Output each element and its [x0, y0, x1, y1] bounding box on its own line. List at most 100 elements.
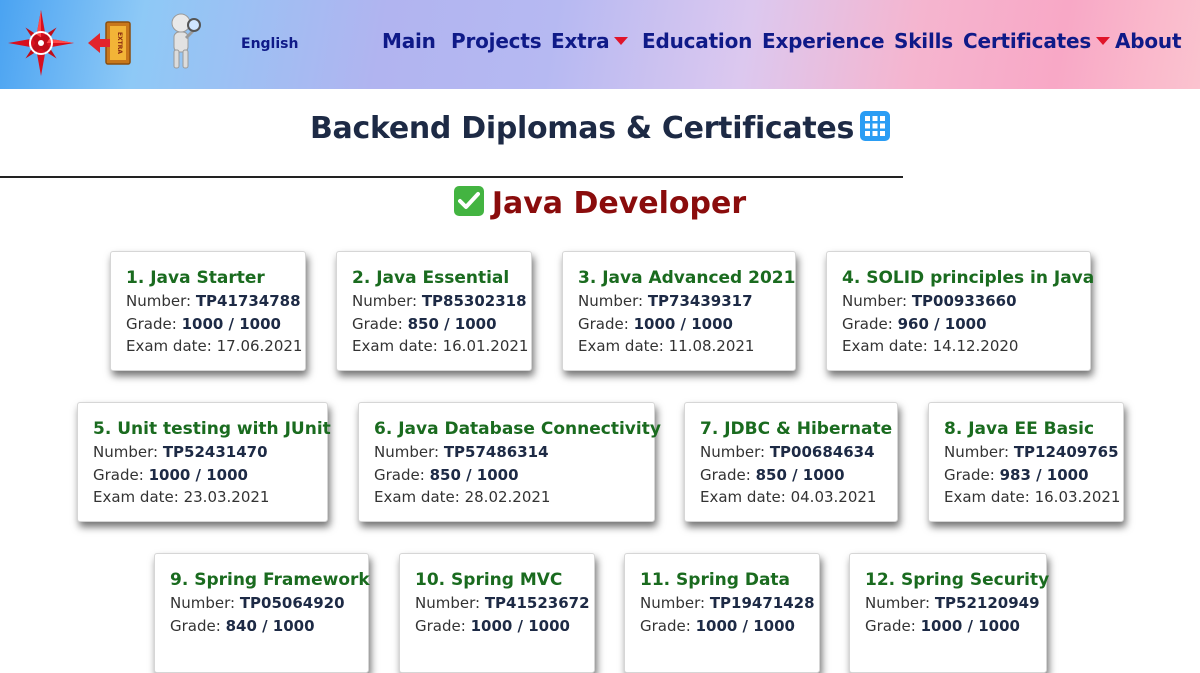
certificate-number-value: TP73439317: [647, 292, 753, 310]
search-man-icon[interactable]: [164, 12, 204, 70]
certificate-grade-value: 1000 / 1000: [148, 465, 248, 484]
nav-certificates-label: Certificates: [963, 29, 1092, 53]
certificate-title: 12. Spring Security: [865, 570, 1050, 590]
certificate-exam-date-label: Exam date:: [842, 337, 928, 355]
certificate-number-label: Number:: [374, 443, 440, 461]
certificate-grade: Grade: 983 / 1000: [944, 464, 1123, 487]
nav-projects[interactable]: Projects: [451, 29, 542, 53]
language-switch[interactable]: English: [241, 36, 298, 52]
certificate-title: 8. Java EE Basic: [944, 419, 1095, 439]
certificate-exam-date-value: 14.12.2020: [932, 337, 1019, 355]
certificate-number: Number: TP19471428: [640, 592, 819, 615]
certificate-number-value: TP12409765: [1013, 443, 1119, 461]
certificate-grade-label: Grade:: [842, 314, 893, 333]
certificate-grade: Grade: 1000 / 1000: [865, 615, 1046, 638]
certificate-number-label: Number:: [640, 594, 706, 612]
section-divider: [0, 176, 903, 178]
certificate-grade: Grade: 1000 / 1000: [578, 313, 795, 336]
certificate-grade-label: Grade:: [93, 465, 144, 484]
certificate-grade: Grade: 1000 / 1000: [640, 615, 819, 638]
nav-projects-label: Projects: [451, 29, 542, 53]
nav-extra[interactable]: Extra: [551, 29, 629, 53]
certificate-title: 2. Java Essential: [352, 268, 510, 288]
section-title: Java Developer: [0, 186, 1200, 221]
certificate-card[interactable]: 5. Unit testing with JUnit Number: TP5243…: [77, 402, 331, 522]
certificate-grade: Grade: 1000 / 1000: [126, 313, 305, 336]
certificate-grade-value: 1000 / 1000: [470, 616, 570, 635]
certificate-card[interactable]: 8. Java EE Basic Number: TP12409765 Grade:…: [928, 402, 1124, 522]
certificate-card[interactable]: 1. Java Starter Number: TP41734788 Grade: …: [110, 251, 306, 371]
chevron-down-icon: [614, 37, 629, 45]
nav-education[interactable]: Education: [642, 29, 752, 53]
certificate-exam-date-label: Exam date:: [126, 337, 212, 355]
certificate-exam-date-value: 11.08.2021: [668, 337, 755, 355]
certificate-card[interactable]: 4. SOLID principles in Java Number: TP009…: [826, 251, 1095, 371]
certificate-title: 4. SOLID principles in Java: [842, 268, 1095, 288]
certificate-title: 5. Unit testing with JUnit: [93, 419, 331, 439]
certificate-card[interactable]: 11. Spring Data Number: TP19471428 Grade: …: [624, 553, 820, 673]
certificate-title: 7. JDBC & Hibernate: [700, 419, 893, 439]
certificate-number: Number: TP57486314: [374, 441, 654, 464]
certificate-exam-date-value: 17.06.2021: [216, 337, 303, 355]
certificate-number: Number: TP00933660: [842, 290, 1090, 313]
certificate-number-label: Number:: [944, 443, 1010, 461]
certificate-number-value: TP00684634: [769, 443, 875, 461]
certificate-grade-value: 850 / 1000: [407, 314, 497, 333]
certificate-exam-date-value: 16.03.2021: [1034, 488, 1121, 506]
certificate-grade-value: 1000 / 1000: [181, 314, 281, 333]
certificate-grade-label: Grade:: [415, 616, 466, 635]
certificate-grade: Grade: 850 / 1000: [374, 464, 654, 487]
certificate-card[interactable]: 7. JDBC & Hibernate Number: TP00684634 Gra…: [684, 402, 898, 522]
certificate-grade-label: Grade:: [700, 465, 751, 484]
certificate-title: 9. Spring Framework: [170, 570, 370, 590]
certificate-exam-date: Exam date: 17.06.2021: [126, 335, 305, 358]
certificate-card[interactable]: 12. Spring Security Number: TP52120949 Gra…: [849, 553, 1050, 673]
certificate-grade-value: 1000 / 1000: [633, 314, 733, 333]
nav-main[interactable]: Main: [382, 29, 436, 53]
certificate-exam-date-label: Exam date:: [944, 488, 1030, 506]
certificate-number-label: Number:: [842, 292, 908, 310]
nav-main-label: Main: [382, 29, 436, 53]
certificate-number-label: Number:: [578, 292, 644, 310]
certificate-exam-date-value: 28.02.2021: [464, 488, 551, 506]
nav-certificates[interactable]: Certificates: [963, 29, 1111, 53]
extra-exit-icon[interactable]: EXTRA: [86, 18, 136, 68]
certificate-number: Number: TP12409765: [944, 441, 1123, 464]
certificate-number-label: Number:: [170, 594, 236, 612]
certificate-card[interactable]: 2. Java Essential Number: TP85302318 Grade…: [336, 251, 532, 371]
certificate-number-label: Number:: [865, 594, 931, 612]
certificate-number: Number: TP05064920: [170, 592, 368, 615]
certificate-number-value: TP52431470: [162, 443, 268, 461]
certificate-number-value: TP19471428: [709, 594, 815, 612]
certificate-exam-date: Exam date: 16.03.2021: [944, 486, 1123, 509]
certificate-number-label: Number:: [126, 292, 192, 310]
compass-rose-icon[interactable]: [8, 10, 74, 76]
certificate-card[interactable]: 10. Spring MVC Number: TP41523672 Grade: 1…: [399, 553, 595, 673]
certificate-title: 6. Java Database Connectivity: [374, 419, 661, 439]
nav-skills[interactable]: Skills: [894, 29, 953, 53]
certificate-grade-value: 960 / 1000: [897, 314, 987, 333]
certificate-grade-label: Grade:: [170, 616, 221, 635]
certificate-exam-date-label: Exam date:: [578, 337, 664, 355]
certificate-title: 10. Spring MVC: [415, 570, 563, 590]
certificate-number-label: Number:: [352, 292, 418, 310]
certificate-number: Number: TP85302318: [352, 290, 531, 313]
certificate-exam-date: Exam date: 28.02.2021: [374, 486, 654, 509]
nav-extra-label: Extra: [551, 29, 610, 53]
certificate-grade-label: Grade:: [865, 616, 916, 635]
certificate-card[interactable]: 3. Java Advanced 2021 Number: TP73439317 G…: [562, 251, 796, 371]
certificate-grade-value: 1000 / 1000: [920, 616, 1020, 635]
certificate-grade-label: Grade:: [578, 314, 629, 333]
certificate-number-value: TP41734788: [195, 292, 301, 310]
check-mark-icon: [453, 186, 484, 216]
certificate-card[interactable]: 9. Spring Framework Number: TP05064920 Gra…: [154, 553, 370, 673]
extra-badge-text: EXTRA: [116, 32, 123, 54]
nav-experience[interactable]: Experience: [762, 29, 885, 53]
certificate-card[interactable]: 6. Java Database Connectivity Number: TP5…: [358, 402, 661, 522]
site-header: EXTRA English Main Projects Extra Educat…: [0, 0, 1200, 89]
certificate-exam-date-label: Exam date:: [93, 488, 179, 506]
certificate-grade-value: 850 / 1000: [429, 465, 519, 484]
nav-about[interactable]: About: [1115, 29, 1182, 53]
certificate-grade: Grade: 850 / 1000: [700, 464, 897, 487]
certificate-number-value: TP85302318: [421, 292, 527, 310]
